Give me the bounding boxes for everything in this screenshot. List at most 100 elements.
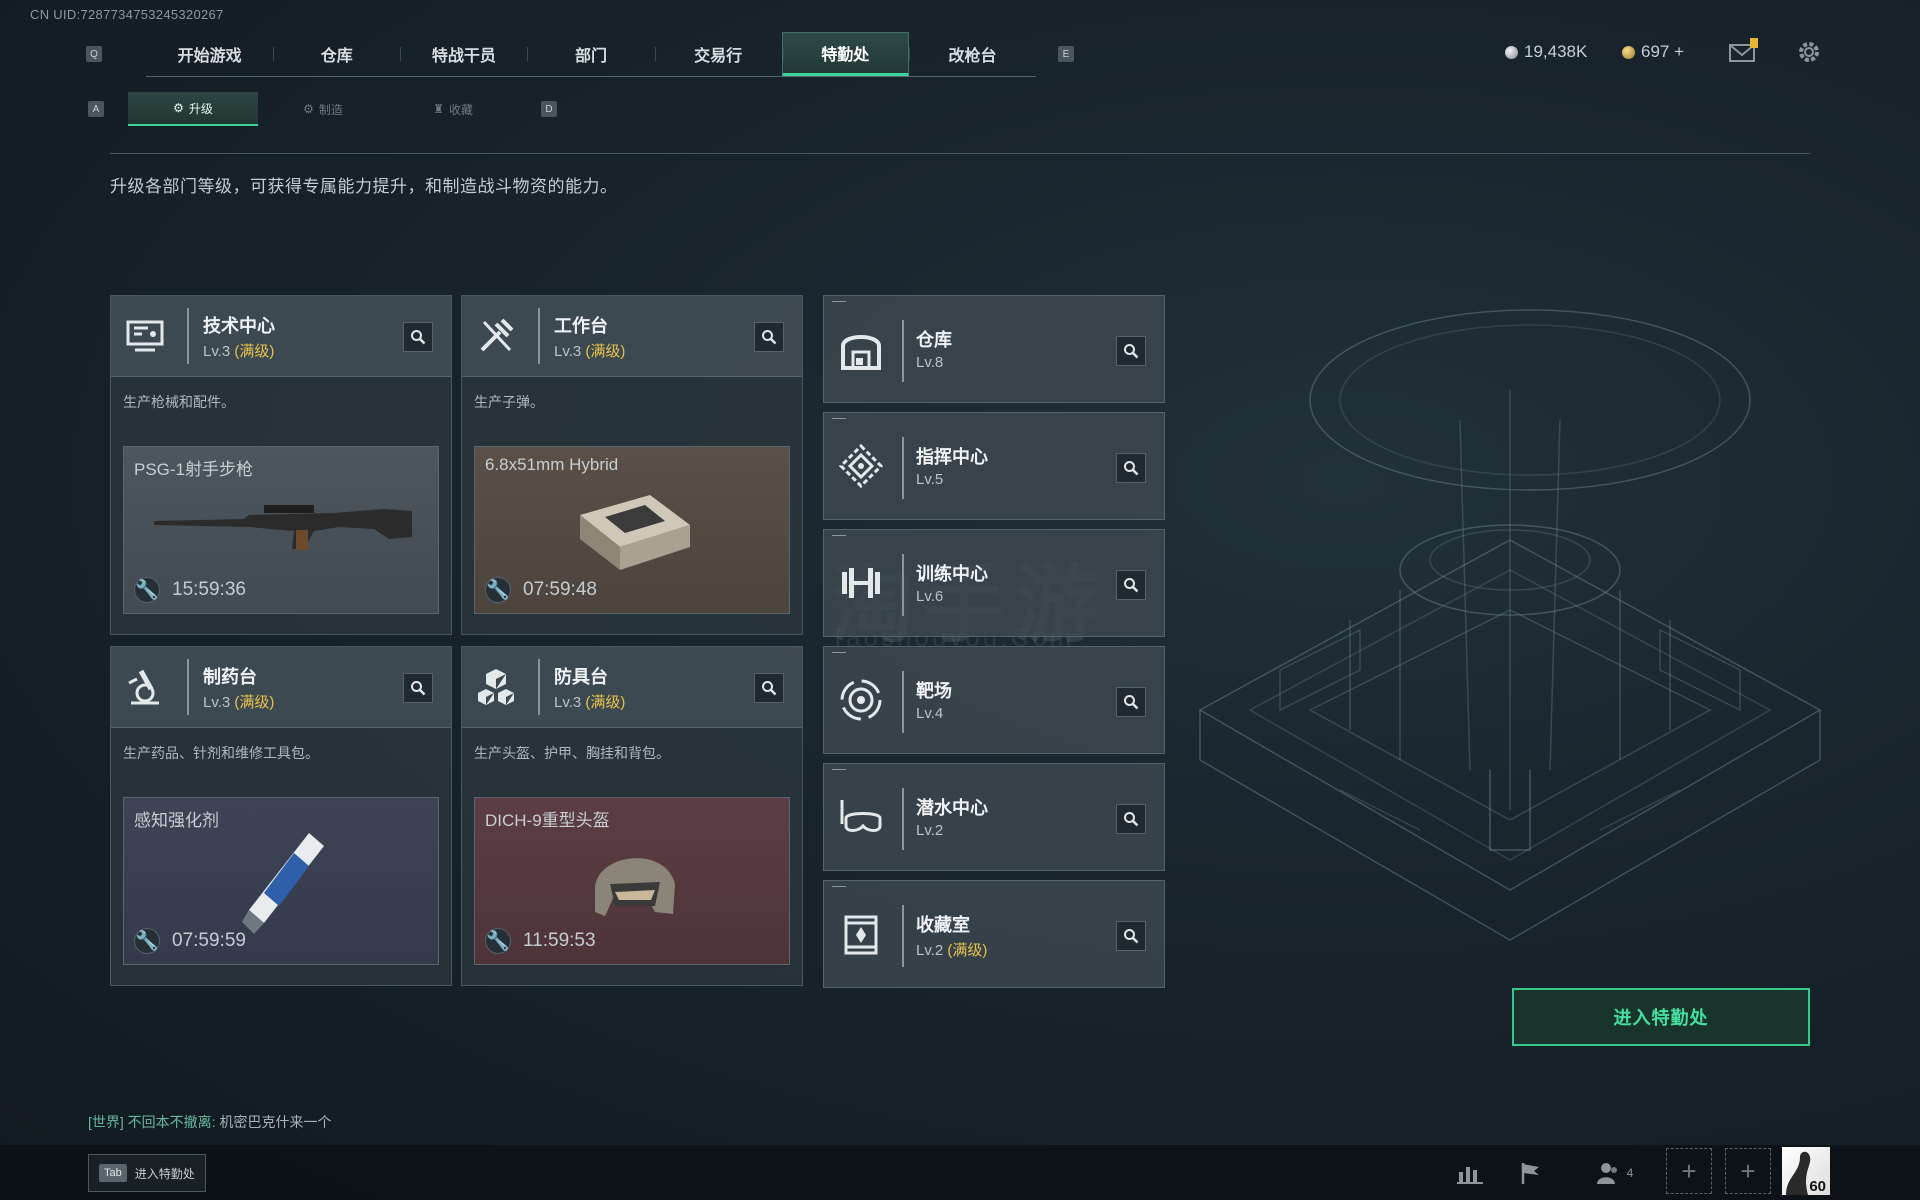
facility-name: 训练中心 bbox=[916, 564, 988, 584]
tab-gunsmith[interactable]: 改枪台 bbox=[908, 32, 1036, 76]
station-level: Lv.3 (满级) bbox=[554, 694, 626, 711]
subnav-prev-key: A bbox=[88, 101, 104, 117]
search-icon[interactable] bbox=[1116, 687, 1146, 717]
tab-warehouse[interactable]: 仓库 bbox=[273, 32, 400, 76]
production-slot[interactable]: 6.8x51mm Hybrid 🔧 07:59:48 bbox=[474, 446, 790, 614]
search-icon[interactable] bbox=[1116, 570, 1146, 600]
monitor-icon bbox=[126, 320, 164, 352]
tab-trading[interactable]: 交易行 bbox=[654, 32, 782, 76]
tab-special-ops[interactable]: 特勤处 bbox=[781, 32, 909, 76]
tab-department[interactable]: 部门 bbox=[527, 32, 654, 76]
top-nav: 开始游戏 仓库 特战干员 部门 交易行 特勤处 改枪台 bbox=[146, 32, 1036, 77]
mail-icon[interactable] bbox=[1728, 38, 1758, 64]
facility-shooting-range[interactable]: 靶场 Lv.4 bbox=[823, 646, 1165, 754]
subtab-upgrade[interactable]: ⚙ 升级 bbox=[128, 92, 258, 126]
tab-key: Tab bbox=[99, 1164, 127, 1182]
search-icon[interactable] bbox=[754, 322, 784, 352]
tab-shortcut-hint[interactable]: Tab 进入特勤处 bbox=[88, 1154, 206, 1192]
station-name: 制药台 bbox=[203, 667, 257, 687]
station-name: 技术中心 bbox=[203, 316, 275, 336]
player-avatar[interactable]: 60 bbox=[1782, 1147, 1830, 1195]
silver-currency[interactable]: 19,438K bbox=[1505, 42, 1587, 62]
squad-icon bbox=[1596, 1163, 1617, 1184]
facility-name: 靶场 bbox=[916, 681, 952, 701]
production-timer: 🔧 07:59:59 bbox=[134, 928, 246, 954]
tab-start-game[interactable]: 开始游戏 bbox=[146, 32, 273, 76]
facility-level: Lv.6 bbox=[916, 588, 944, 605]
facility-level: Lv.5 bbox=[916, 471, 944, 488]
facility-diving-center[interactable]: 潜水中心 Lv.2 bbox=[823, 763, 1165, 871]
gear-icon[interactable] bbox=[1796, 39, 1822, 65]
search-icon[interactable] bbox=[403, 322, 433, 352]
target-icon bbox=[840, 679, 882, 721]
tab-shortcut-label: 进入特勤处 bbox=[134, 1166, 195, 1181]
production-slot[interactable]: 感知强化剂 🔧 07:59:59 bbox=[123, 797, 439, 965]
gold-amount: 697 + bbox=[1641, 42, 1685, 61]
station-description: 生产子弹。 bbox=[474, 394, 544, 410]
facility-warehouse[interactable]: 仓库 Lv.8 bbox=[823, 295, 1165, 403]
wrench-icon: 🔧 bbox=[134, 577, 160, 603]
station-level: Lv.3 (满级) bbox=[203, 694, 275, 711]
enter-special-ops-button[interactable]: 进入特勤处 bbox=[1512, 988, 1810, 1046]
station-card-workbench[interactable]: 工作台 Lv.3 (满级) 生产子弹。 6.8x51mm Hybrid 🔧 07:… bbox=[461, 295, 803, 635]
production-slot[interactable]: DICH-9重型头盔 🔧 11:59:53 bbox=[474, 797, 790, 965]
facility-level: Lv.2 (满级) bbox=[916, 942, 988, 959]
station-header: 防具台 Lv.3 (满级) bbox=[462, 647, 802, 728]
collection-tab-icon: ♜ bbox=[433, 102, 444, 116]
search-icon[interactable] bbox=[1116, 921, 1146, 951]
search-icon[interactable] bbox=[403, 673, 433, 703]
page-description: 升级各部门等级，可获得专属能力提升，和制造战斗物资的能力。 bbox=[110, 177, 618, 196]
injector-image bbox=[242, 833, 324, 934]
chat-message[interactable]: [世界] 不回本不撤离: 机密巴克什来一个 bbox=[88, 1112, 331, 1132]
gold-currency[interactable]: 697 + bbox=[1622, 42, 1684, 62]
wrench-icon: 🔧 bbox=[134, 928, 160, 954]
diving-mask-icon bbox=[840, 800, 882, 832]
product-name: DICH-9重型头盔 bbox=[485, 811, 610, 830]
facility-name: 仓库 bbox=[916, 330, 952, 350]
chat-user[interactable]: 不回本不撤离: bbox=[128, 1114, 216, 1130]
product-name: 感知强化剂 bbox=[134, 811, 219, 830]
facility-level: Lv.8 bbox=[916, 354, 944, 371]
squad-button[interactable]: 4 bbox=[1584, 1154, 1644, 1192]
production-timer: 🔧 11:59:53 bbox=[485, 928, 596, 954]
flag-icon[interactable] bbox=[1508, 1154, 1552, 1192]
gold-coin-icon bbox=[1622, 45, 1635, 59]
station-name: 防具台 bbox=[554, 667, 608, 687]
station-header: 工作台 Lv.3 (满级) bbox=[462, 296, 802, 377]
collection-icon bbox=[844, 915, 878, 955]
station-header: 技术中心 Lv.3 (满级) bbox=[111, 296, 451, 377]
facility-level: Lv.4 bbox=[916, 705, 944, 722]
facility-training-center[interactable]: 训练中心 Lv.6 bbox=[823, 529, 1165, 637]
search-icon[interactable] bbox=[1116, 804, 1146, 834]
search-icon[interactable] bbox=[1116, 453, 1146, 483]
subtab-collection[interactable]: ♜ 收藏 bbox=[388, 92, 518, 126]
station-level: Lv.3 (满级) bbox=[203, 343, 275, 360]
production-slot[interactable]: PSG-1射手步枪 🔧 15:59:36 bbox=[123, 446, 439, 614]
station-card-tech-center[interactable]: 技术中心 Lv.3 (满级) 生产枪械和配件。 PSG-1射手步枪 🔧 15:59… bbox=[110, 295, 452, 635]
add-teammate-slot[interactable]: + bbox=[1725, 1148, 1771, 1194]
subnav-next-key: D bbox=[541, 101, 557, 117]
ammo-box-image bbox=[580, 495, 690, 570]
silver-amount: 19,438K bbox=[1524, 42, 1588, 61]
facility-name: 潜水中心 bbox=[916, 798, 988, 818]
silver-coin-icon bbox=[1505, 45, 1518, 59]
add-teammate-slot[interactable]: + bbox=[1666, 1148, 1712, 1194]
station-description: 生产头盔、护甲、胸挂和背包。 bbox=[474, 745, 670, 761]
base-hologram bbox=[1198, 309, 1822, 941]
search-icon[interactable] bbox=[1116, 336, 1146, 366]
rifle-image bbox=[154, 505, 412, 550]
facility-command-center[interactable]: 指挥中心 Lv.5 bbox=[823, 412, 1165, 520]
station-card-pharmacy[interactable]: 制药台 Lv.3 (满级) 生产药品、针剂和维修工具包。 感知强化剂 🔧 07:5… bbox=[110, 646, 452, 986]
wrench-icon: 🔧 bbox=[485, 577, 511, 603]
station-name: 工作台 bbox=[554, 316, 608, 336]
craft-icon: ⚙ bbox=[303, 102, 314, 116]
facility-collection-room[interactable]: 收藏室 Lv.2 (满级) bbox=[823, 880, 1165, 988]
nav-next-key: E bbox=[1058, 46, 1074, 62]
search-icon[interactable] bbox=[754, 673, 784, 703]
subtab-craft[interactable]: ⚙ 制造 bbox=[258, 92, 388, 126]
facility-name: 收藏室 bbox=[916, 915, 970, 935]
station-card-armor[interactable]: 防具台 Lv.3 (满级) 生产头盔、护甲、胸挂和背包。 DICH-9重型头盔 … bbox=[461, 646, 803, 986]
tab-operators[interactable]: 特战干员 bbox=[400, 32, 527, 76]
stats-icon[interactable] bbox=[1448, 1154, 1492, 1192]
product-name: 6.8x51mm Hybrid bbox=[485, 455, 619, 474]
